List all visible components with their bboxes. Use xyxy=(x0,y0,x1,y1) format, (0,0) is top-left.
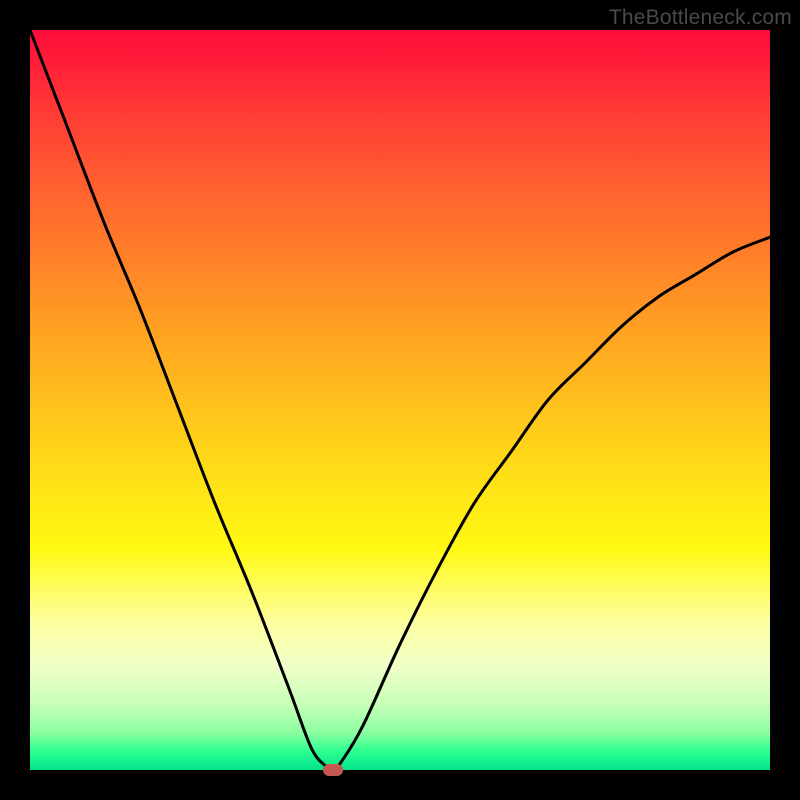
chart-frame: TheBottleneck.com xyxy=(0,0,800,800)
plot-area xyxy=(30,30,770,770)
watermark-text: TheBottleneck.com xyxy=(609,6,792,30)
bottleneck-curve xyxy=(30,30,770,770)
minimum-marker xyxy=(323,764,343,776)
